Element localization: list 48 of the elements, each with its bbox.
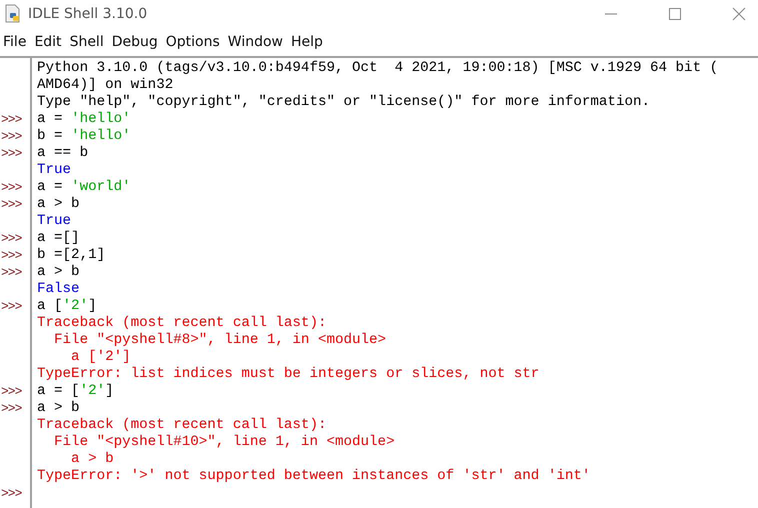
code-line: a > b <box>37 264 80 281</box>
window-title: IDLE Shell 3.10.0 <box>28 6 148 22</box>
prompt-marker: >>> <box>0 383 22 400</box>
code-line: TypeError: '>' not supported between instances of 'str' and 'int' <box>37 468 590 485</box>
code-line: AMD64)] on win32 <box>37 77 174 94</box>
menu-item[interactable]: Shell <box>66 34 109 50</box>
prompt-marker: >>> <box>0 485 22 502</box>
code-line: a > b <box>37 196 80 213</box>
menu-item[interactable]: Options <box>162 34 225 50</box>
prompt-marker: >>> <box>0 247 22 264</box>
code-line: b = 'hello' <box>37 128 131 145</box>
code-line: a > b <box>37 400 80 417</box>
prompt-marker: >>> <box>0 179 22 196</box>
code-line: Type "help", "copyright", "credits" or "license()" for more information. <box>37 94 650 111</box>
maximize-icon[interactable] <box>668 7 682 21</box>
code-line: File "<pyshell#10>", line 1, in <module> <box>53 434 395 451</box>
code-line: True <box>37 213 72 230</box>
menu-item[interactable]: Help <box>288 34 328 50</box>
code-line: TypeError: list indices must be integers or slices, not str <box>37 366 540 383</box>
prompt-marker: >>> <box>0 145 22 162</box>
prompt-marker: >>> <box>0 400 22 417</box>
code-line: a =[] <box>37 230 80 247</box>
prompt-marker: >>> <box>0 196 22 213</box>
code-line: a = 'hello' <box>37 111 131 128</box>
code-line: a == b <box>37 145 88 162</box>
close-icon[interactable] <box>732 7 746 21</box>
python-file-icon <box>4 4 22 24</box>
menu-item[interactable]: Edit <box>31 34 67 50</box>
menu-item[interactable]: File <box>0 34 32 50</box>
code-line: b =[2,1] <box>37 247 106 264</box>
prompt-marker: >>> <box>0 264 22 281</box>
code-line: Python 3.10.0 (tags/v3.10.0:b494f59, Oct 4 2021, 19:00:18) [MSC v.1929 64 bit ( <box>37 60 718 77</box>
prompt-marker: >>> <box>0 298 22 315</box>
prompt-marker: >>> <box>0 230 22 247</box>
code-line: a > b <box>70 451 114 468</box>
prompt-marker: >>> <box>0 111 22 128</box>
code-line: False <box>37 281 80 298</box>
prompt-marker: >>> <box>0 128 22 145</box>
code-line: Traceback (most recent call last): <box>37 315 326 332</box>
code-line: a = 'world' <box>37 179 131 196</box>
code-line: a = ['2'] <box>37 383 114 400</box>
code-line: File "<pyshell#8>", line 1, in <module> <box>53 332 386 349</box>
code-line: a ['2'] <box>70 349 131 366</box>
menu-item[interactable]: Window <box>224 34 288 50</box>
code-line: Traceback (most recent call last): <box>37 417 326 434</box>
menu-item[interactable]: Debug <box>108 34 163 50</box>
code-line: True <box>37 162 72 179</box>
code-line: a ['2'] <box>37 298 97 315</box>
